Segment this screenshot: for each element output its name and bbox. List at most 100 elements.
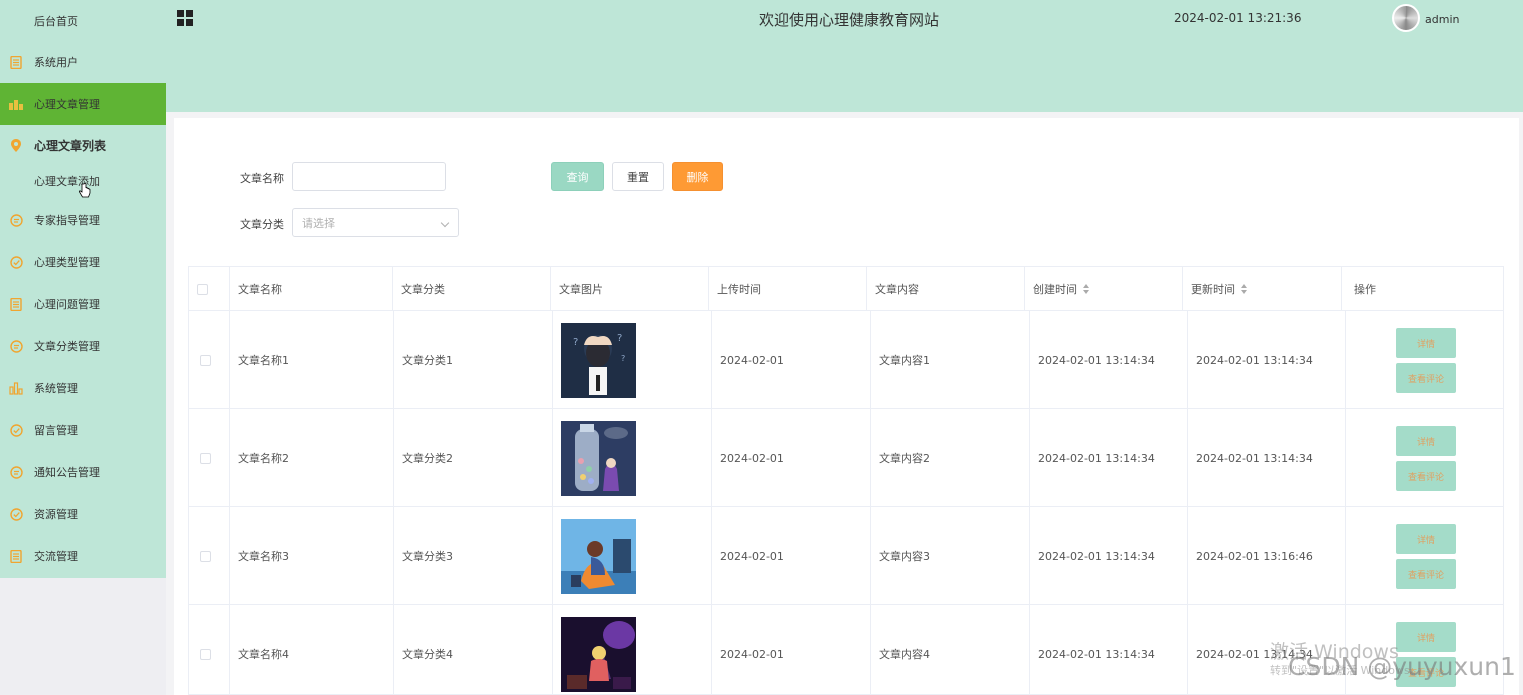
row-select-cell [189,311,230,409]
reset-button[interactable]: 重置 [612,162,664,191]
cell-content: 文章内容2 [871,409,1030,507]
cell-created: 2024-02-01 13:14:34 [1030,605,1188,694]
cell-created: 2024-02-01 13:14:34 [1030,507,1188,605]
column-header[interactable]: 上传时间 [709,267,867,311]
cell-updated: 2024-02-01 13:14:34 [1188,311,1346,409]
cell-name: 文章名称4 [230,605,394,694]
column-header-label: 创建时间 [1033,283,1077,296]
column-header: 操作 [1354,283,1376,296]
sidebar-item-resources[interactable]: 资源管理 [0,493,166,535]
cell-name: 文章名称3 [230,507,394,605]
category-filter-label: 文章分类 [240,218,284,231]
row-checkbox[interactable] [200,648,211,660]
row-select-cell [189,605,230,694]
query-button[interactable]: 查询 [551,162,604,191]
sidebar-item-label: 专家指导管理 [34,214,100,227]
check-circle-icon [9,255,23,269]
cell-created: 2024-02-01 13:14:34 [1030,311,1188,409]
sidebar-item-label: 文章分类管理 [34,340,100,353]
cell-category: 文章分类2 [394,409,553,507]
cell-upload-time: 2024-02-01 [712,507,871,605]
category-select[interactable]: 请选择 [292,208,459,237]
detail-button[interactable]: 详情 [1396,622,1456,652]
table-row: 文章名称1 文章分类1 ??? 2024-02-01 文章内容1 2024-02… [189,311,1503,409]
articles-table: 文章名称 文章分类 文章图片 上传时间 文章内容 创建时间 更新时间 操作 文章… [188,266,1504,695]
location-pin-icon [9,138,23,152]
chat-icon [9,213,23,227]
name-filter-input[interactable] [292,162,446,191]
sort-icon[interactable] [1083,284,1089,294]
detail-button[interactable]: 详情 [1396,426,1456,456]
svg-text:?: ? [617,333,622,344]
sidebar-item-label: 后台首页 [34,15,78,28]
row-checkbox[interactable] [200,354,211,366]
check-circle-icon [9,423,23,437]
detail-button[interactable]: 详情 [1396,524,1456,554]
sidebar-item-article-category[interactable]: 文章分类管理 [0,325,166,367]
cell-updated: 2024-02-01 13:16:46 [1188,507,1346,605]
sidebar-item-label: 系统管理 [34,382,78,395]
category-select-placeholder: 请选择 [302,216,335,230]
csdn-watermark: CSDN @yuyuxun1 [1288,652,1516,681]
column-header-created[interactable]: 创建时间 [1025,267,1183,311]
sidebar-item-system[interactable]: 系统管理 [0,367,166,409]
sort-icon[interactable] [1241,284,1247,294]
sidebar-item-label: 系统用户 [34,56,78,69]
sidebar-item-system-users[interactable]: 系统用户 [0,41,166,83]
sidebar-item-messages[interactable]: 留言管理 [0,409,166,451]
sidebar-item-notices[interactable]: 通知公告管理 [0,451,166,493]
table-row: 文章名称3 文章分类3 2024-02-01 文章内容3 2024-02-01 … [189,507,1503,605]
site-title: 欢迎使用心理健康教育网站 [759,11,940,29]
cell-created: 2024-02-01 13:14:34 [1030,409,1188,507]
column-header[interactable]: 文章图片 [551,267,709,311]
username[interactable]: admin [1425,13,1459,26]
sidebar-empty-area [0,578,166,695]
column-header[interactable]: 文章名称 [230,267,393,311]
sidebar-item-psych-type[interactable]: 心理类型管理 [0,241,166,283]
sidebar-item-expert[interactable]: 专家指导管理 [0,199,166,241]
column-header-updated[interactable]: 更新时间 [1183,267,1342,311]
sidebar-item-label: 资源管理 [34,508,78,521]
main-panel: 文章名称 文章分类 请选择 查询 重置 删除 文章名称 文章分类 文章图片 上传… [174,118,1519,695]
avatar[interactable] [1392,4,1420,32]
top-header: 欢迎使用心理健康教育网站 2024-02-01 13:21:36 admin [166,0,1523,112]
article-image[interactable] [561,518,636,594]
column-header[interactable]: 文章分类 [393,267,551,311]
cell-upload-time: 2024-02-01 [712,605,871,694]
sidebar-item-label: 交流管理 [34,550,78,563]
cell-category: 文章分类1 [394,311,553,409]
sidebar: 后台首页 系统用户 心理文章管理 心理文章列表 心理文章添加 专家指导管理 心理… [0,0,166,578]
menu-grid-icon[interactable] [177,10,193,26]
cell-image [553,605,712,694]
sidebar-item-articles[interactable]: 心理文章管理 [0,83,166,125]
view-comments-button[interactable]: 查看评论 [1396,363,1456,393]
cell-updated: 2024-02-01 13:14:34 [1188,409,1346,507]
cell-image: ??? [553,311,712,409]
row-checkbox[interactable] [200,452,211,464]
sidebar-item-home[interactable]: 后台首页 [0,0,166,42]
delete-button[interactable]: 删除 [672,162,723,191]
cell-upload-time: 2024-02-01 [712,409,871,507]
sidebar-item-exchange[interactable]: 交流管理 [0,535,166,577]
row-checkbox[interactable] [200,550,211,562]
column-header[interactable]: 文章内容 [867,267,1025,311]
cell-name: 文章名称1 [230,311,394,409]
chat-icon [9,465,23,479]
article-image[interactable]: ??? [561,322,636,398]
row-select-cell [189,507,230,605]
sidebar-item-psych-issue[interactable]: 心理问题管理 [0,283,166,325]
chart-icon [9,97,23,111]
table-row: 文章名称2 文章分类2 2024-02-01 文章内容2 2024-02-01 … [189,409,1503,507]
view-comments-button[interactable]: 查看评论 [1396,559,1456,589]
view-comments-button[interactable]: 查看评论 [1396,461,1456,491]
document-icon [9,55,23,69]
sidebar-item-label: 心理文章管理 [34,98,100,111]
sidebar-item-article-add[interactable]: 心理文章添加 [0,160,166,202]
name-filter-label: 文章名称 [240,172,284,185]
article-image[interactable] [561,616,636,692]
bar-chart-icon [9,381,23,395]
cell-content: 文章内容4 [871,605,1030,694]
detail-button[interactable]: 详情 [1396,328,1456,358]
article-image[interactable] [561,420,636,496]
select-all-checkbox[interactable] [197,283,208,295]
